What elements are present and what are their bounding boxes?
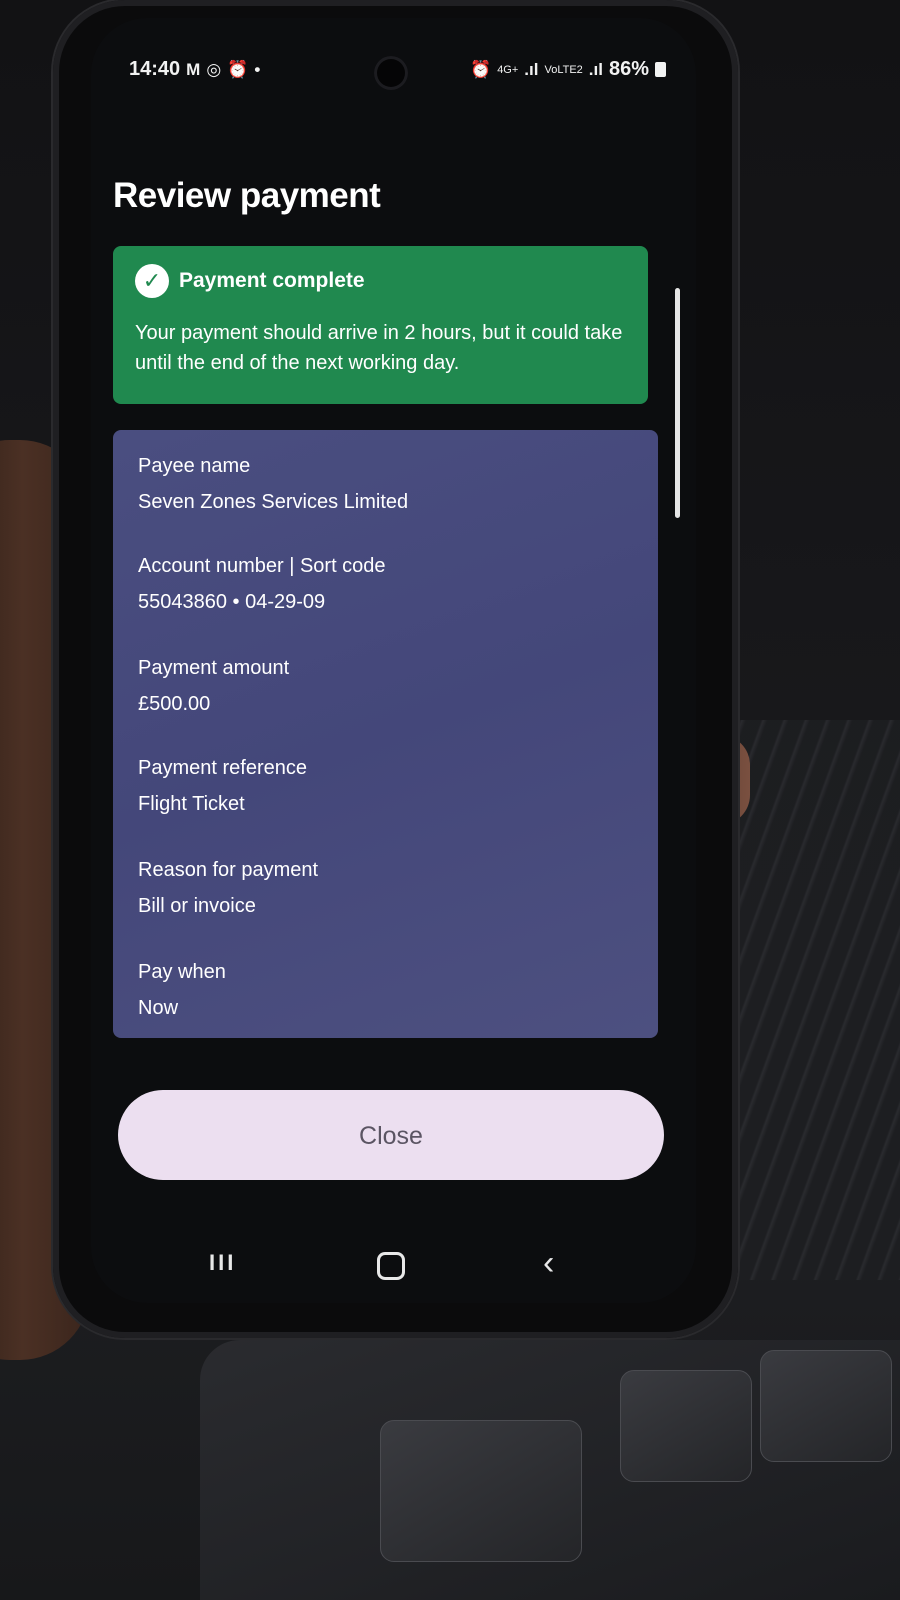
detail-payee-name: Payee name Seven Zones Services Limited — [138, 452, 638, 516]
network-type: 4G+ — [497, 63, 519, 76]
detail-label: Payment amount — [138, 657, 290, 679]
detail-value: Bill or invoice — [138, 895, 256, 917]
navigation-bar: III ‹ — [91, 1238, 696, 1298]
detail-label: Account number | Sort code — [138, 555, 386, 577]
scrollbar[interactable] — [675, 288, 680, 518]
console-button — [760, 1350, 892, 1462]
detail-label: Payee name — [138, 455, 251, 477]
status-bar: 14:40 M ◎ ⏰ • ⏰ 4G+ .ıl VoLTE2 .ıl 86% — [91, 58, 696, 98]
page-title: Review payment — [113, 176, 381, 215]
battery-icon — [655, 62, 666, 77]
volte-icon: VoLTE2 — [544, 63, 583, 76]
payment-details-card: Payee name Seven Zones Services Limited … — [113, 430, 658, 1038]
console-button — [620, 1370, 752, 1482]
status-time: 14:40 — [129, 58, 181, 80]
signal-icon-2: .ıl — [588, 59, 603, 79]
detail-label: Pay when — [138, 961, 226, 983]
car-console-ribs — [725, 720, 900, 1280]
alarm-status-icon: ⏰ — [470, 59, 492, 79]
banner-message: Your payment should arrive in 2 hours, b… — [135, 322, 623, 374]
home-icon[interactable] — [377, 1252, 405, 1280]
console-button — [380, 1420, 582, 1562]
status-right: ⏰ 4G+ .ıl VoLTE2 .ıl 86% — [470, 58, 666, 81]
detail-value: Seven Zones Services Limited — [138, 491, 409, 513]
banner-heading: Payment complete — [179, 269, 365, 292]
more-notifications-icon: • — [254, 59, 261, 79]
close-button[interactable]: Close — [118, 1090, 664, 1180]
photo-scene: 14:40 M ◎ ⏰ • ⏰ 4G+ .ıl VoLTE2 .ıl 86% R… — [0, 0, 900, 1600]
detail-value: Flight Ticket — [138, 793, 245, 815]
detail-payment-reference: Payment reference Flight Ticket — [138, 754, 638, 818]
payment-complete-banner: ✓ Payment complete Your payment should a… — [113, 246, 648, 404]
detail-pay-when: Pay when Now — [138, 958, 638, 1022]
battery-percent: 86% — [608, 58, 649, 80]
detail-account-sort-code: Account number | Sort code 55043860 • 04… — [138, 552, 638, 616]
signal-icon: .ıl — [524, 59, 539, 79]
detail-payment-amount: Payment amount £500.00 — [138, 654, 638, 718]
recents-icon[interactable]: III — [209, 1250, 236, 1276]
detail-value: £500.00 — [138, 693, 211, 715]
status-left: 14:40 M ◎ ⏰ • — [129, 58, 260, 81]
detail-value: 55043860 • 04-29-09 — [138, 591, 326, 613]
phone-screen: 14:40 M ◎ ⏰ • ⏰ 4G+ .ıl VoLTE2 .ıl 86% R… — [91, 18, 696, 1303]
detail-label: Reason for payment — [138, 859, 319, 881]
car-console-panel — [200, 1340, 900, 1600]
detail-reason-for-payment: Reason for payment Bill or invoice — [138, 856, 638, 920]
gmail-icon: M — [186, 59, 201, 79]
detail-label: Payment reference — [138, 757, 307, 779]
check-circle-icon: ✓ — [135, 264, 169, 298]
alarm-icon: ⏰ — [227, 59, 249, 79]
back-icon[interactable]: ‹ — [543, 1244, 554, 1283]
detail-value: Now — [138, 997, 179, 1019]
phone: 14:40 M ◎ ⏰ • ⏰ 4G+ .ıl VoLTE2 .ıl 86% R… — [53, 0, 738, 1338]
instagram-icon: ◎ — [206, 59, 222, 79]
